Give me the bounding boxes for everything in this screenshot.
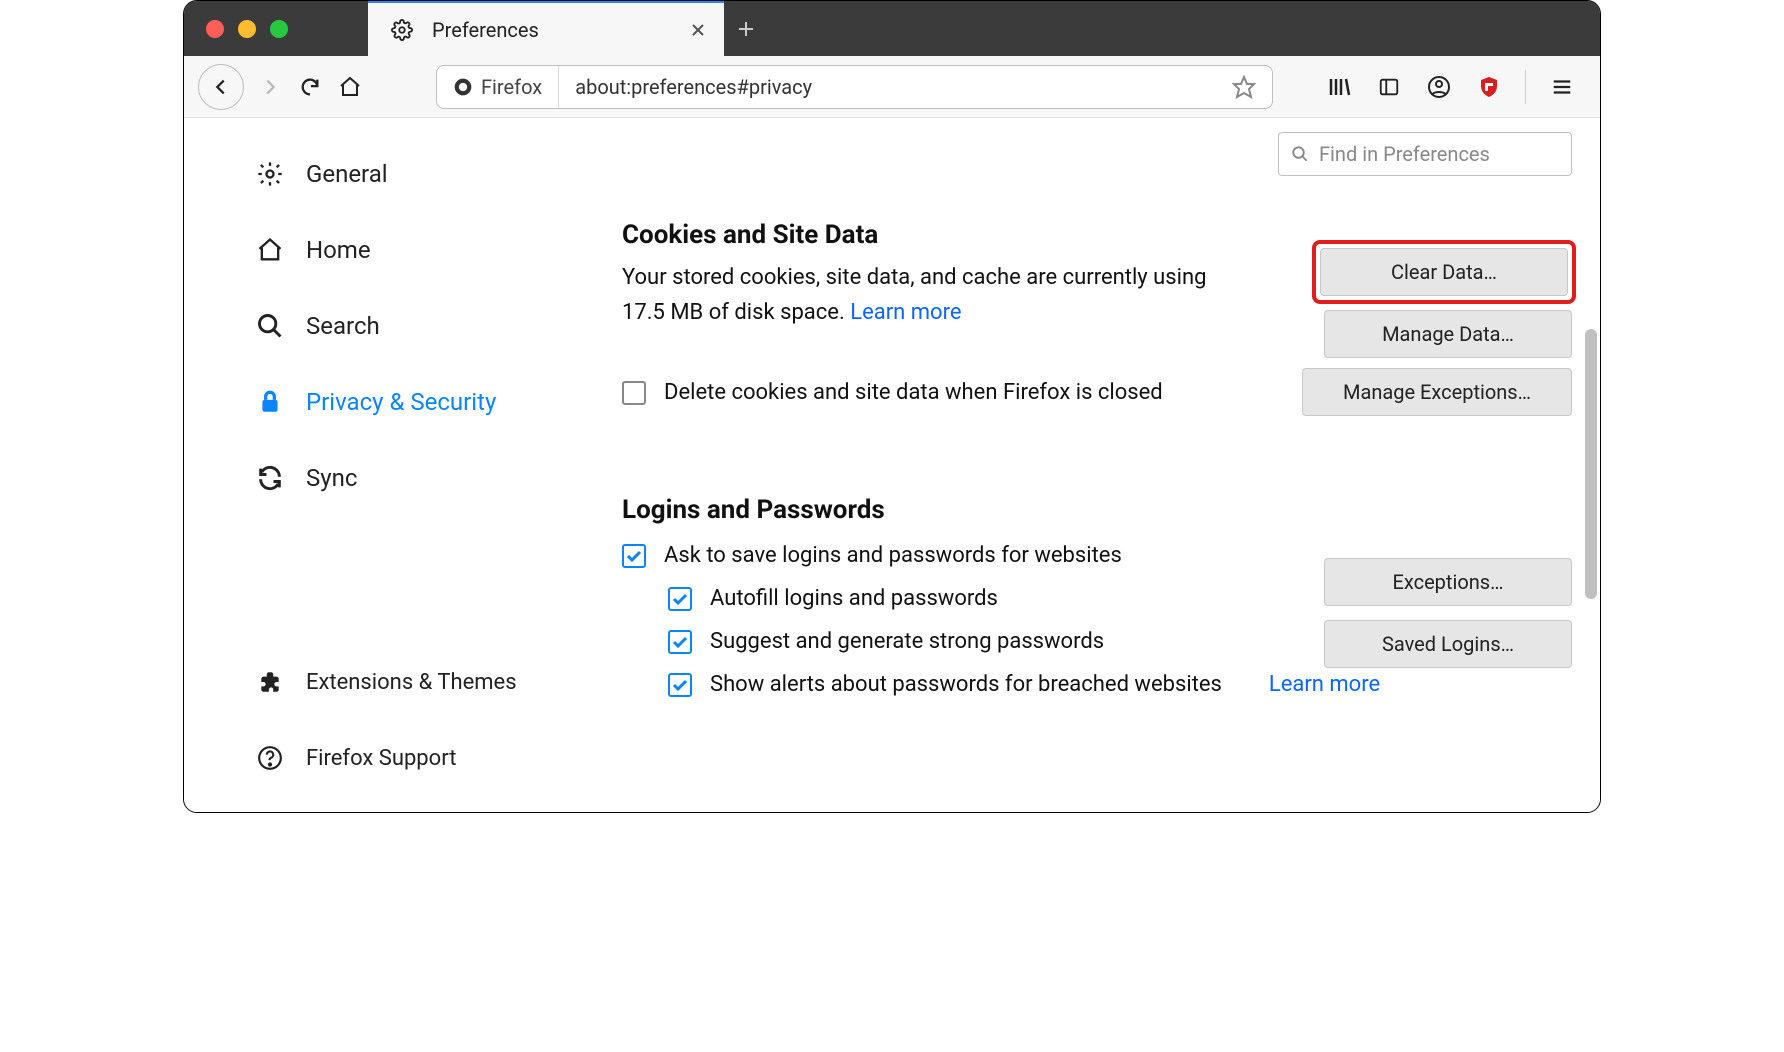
suggest-label: Suggest and generate strong passwords: [710, 629, 1104, 654]
checkbox-checked[interactable]: [622, 544, 646, 568]
tab-preferences[interactable]: Preferences: [368, 1, 724, 56]
checkbox-checked[interactable]: [668, 587, 692, 611]
tab-close-button[interactable]: [690, 22, 706, 38]
new-tab-button[interactable]: [724, 1, 768, 56]
ask-save-label: Ask to save logins and passwords for web…: [664, 543, 1122, 568]
preferences-main: Find in Preferences Cookies and Site Dat…: [594, 118, 1600, 812]
manage-data-button[interactable]: Manage Data…: [1324, 310, 1572, 358]
close-window-button[interactable]: [206, 20, 224, 38]
identity-label: Firefox: [481, 75, 542, 99]
sidebar-item-label: Home: [306, 236, 371, 264]
reload-button[interactable]: [296, 73, 324, 101]
forward-button[interactable]: [256, 73, 284, 101]
cookies-learn-more-link[interactable]: Learn more: [850, 300, 961, 325]
titlebar: Preferences: [184, 1, 1600, 56]
lock-icon: [254, 386, 286, 418]
help-icon: [254, 742, 286, 774]
browser-window: Preferences Firefox: [183, 0, 1601, 813]
cookies-buttons: Clear Data… Manage Data… Manage Exceptio…: [1302, 244, 1572, 416]
clear-data-highlight: Clear Data…: [1316, 244, 1572, 300]
nav-toolbar: Firefox about:preferences#privacy: [184, 56, 1600, 118]
firefox-icon: [453, 77, 473, 97]
sidebar-item-sync[interactable]: Sync: [254, 452, 594, 504]
sidebar-item-label: Privacy & Security: [306, 388, 496, 416]
minimize-window-button[interactable]: [238, 20, 256, 38]
checkbox-checked[interactable]: [668, 630, 692, 654]
sidebar-item-extensions[interactable]: Extensions & Themes: [254, 656, 594, 708]
autofill-label: Autofill logins and passwords: [710, 586, 998, 611]
scrollbar-track[interactable]: [1584, 235, 1600, 812]
preferences-sidebar: General Home Search Privacy & Security: [184, 118, 594, 812]
cookies-description: Your stored cookies, site data, and cach…: [622, 260, 1242, 330]
sidebar-item-label: Firefox Support: [306, 746, 456, 771]
tab-title: Preferences: [432, 18, 676, 42]
delete-on-close-label: Delete cookies and site data when Firefo…: [664, 380, 1163, 405]
sidebar-item-label: Sync: [306, 464, 357, 492]
manage-exceptions-button[interactable]: Manage Exceptions…: [1302, 368, 1572, 416]
search-icon: [254, 310, 286, 342]
url-text[interactable]: about:preferences#privacy: [559, 75, 1216, 99]
url-bar[interactable]: Firefox about:preferences#privacy: [436, 65, 1273, 109]
saved-logins-button[interactable]: Saved Logins…: [1324, 620, 1572, 668]
home-icon: [254, 234, 286, 266]
bookmark-star-button[interactable]: [1216, 75, 1272, 99]
search-icon: [1291, 145, 1309, 163]
maximize-window-button[interactable]: [270, 20, 288, 38]
gear-icon: [386, 14, 418, 46]
breach-label: Show alerts about passwords for breached…: [710, 672, 1222, 697]
home-button[interactable]: [336, 73, 364, 101]
toolbar-right: [1325, 70, 1586, 104]
ublock-icon[interactable]: [1475, 73, 1503, 101]
checkbox-unchecked[interactable]: [622, 381, 646, 405]
sidebar-bottom: Extensions & Themes Firefox Support: [254, 656, 594, 784]
window-controls: [184, 1, 368, 56]
scrollbar-thumb[interactable]: [1585, 329, 1597, 599]
sidebar-item-label: Extensions & Themes: [306, 670, 517, 695]
sidebar-item-general[interactable]: General: [254, 148, 594, 200]
find-in-preferences[interactable]: Find in Preferences: [1278, 132, 1572, 176]
toolbar-divider: [1525, 70, 1526, 104]
sidebar-button[interactable]: [1375, 73, 1403, 101]
logins-heading: Logins and Passwords: [622, 495, 1572, 525]
checkbox-checked[interactable]: [668, 673, 692, 697]
logins-learn-more-link[interactable]: Learn more: [1269, 672, 1380, 697]
preferences-content: General Home Search Privacy & Security: [184, 118, 1600, 812]
back-button[interactable]: [198, 64, 244, 110]
clear-data-button[interactable]: Clear Data…: [1320, 248, 1568, 296]
search-placeholder: Find in Preferences: [1319, 142, 1490, 166]
sidebar-item-label: Search: [306, 312, 380, 340]
sync-icon: [254, 462, 286, 494]
breach-row[interactable]: Show alerts about passwords for breached…: [622, 672, 1572, 697]
logins-exceptions-button[interactable]: Exceptions…: [1324, 558, 1572, 606]
identity-box[interactable]: Firefox: [437, 66, 559, 108]
sidebar-item-label: General: [306, 160, 388, 188]
library-button[interactable]: [1325, 73, 1353, 101]
sidebar-item-privacy[interactable]: Privacy & Security: [254, 376, 594, 428]
gear-icon: [254, 158, 286, 190]
app-menu-button[interactable]: [1548, 73, 1576, 101]
logins-buttons: Exceptions… Saved Logins…: [1324, 558, 1572, 668]
puzzle-icon: [254, 666, 286, 698]
sidebar-item-support[interactable]: Firefox Support: [254, 732, 594, 784]
sidebar-item-home[interactable]: Home: [254, 224, 594, 276]
account-button[interactable]: [1425, 73, 1453, 101]
sidebar-item-search[interactable]: Search: [254, 300, 594, 352]
